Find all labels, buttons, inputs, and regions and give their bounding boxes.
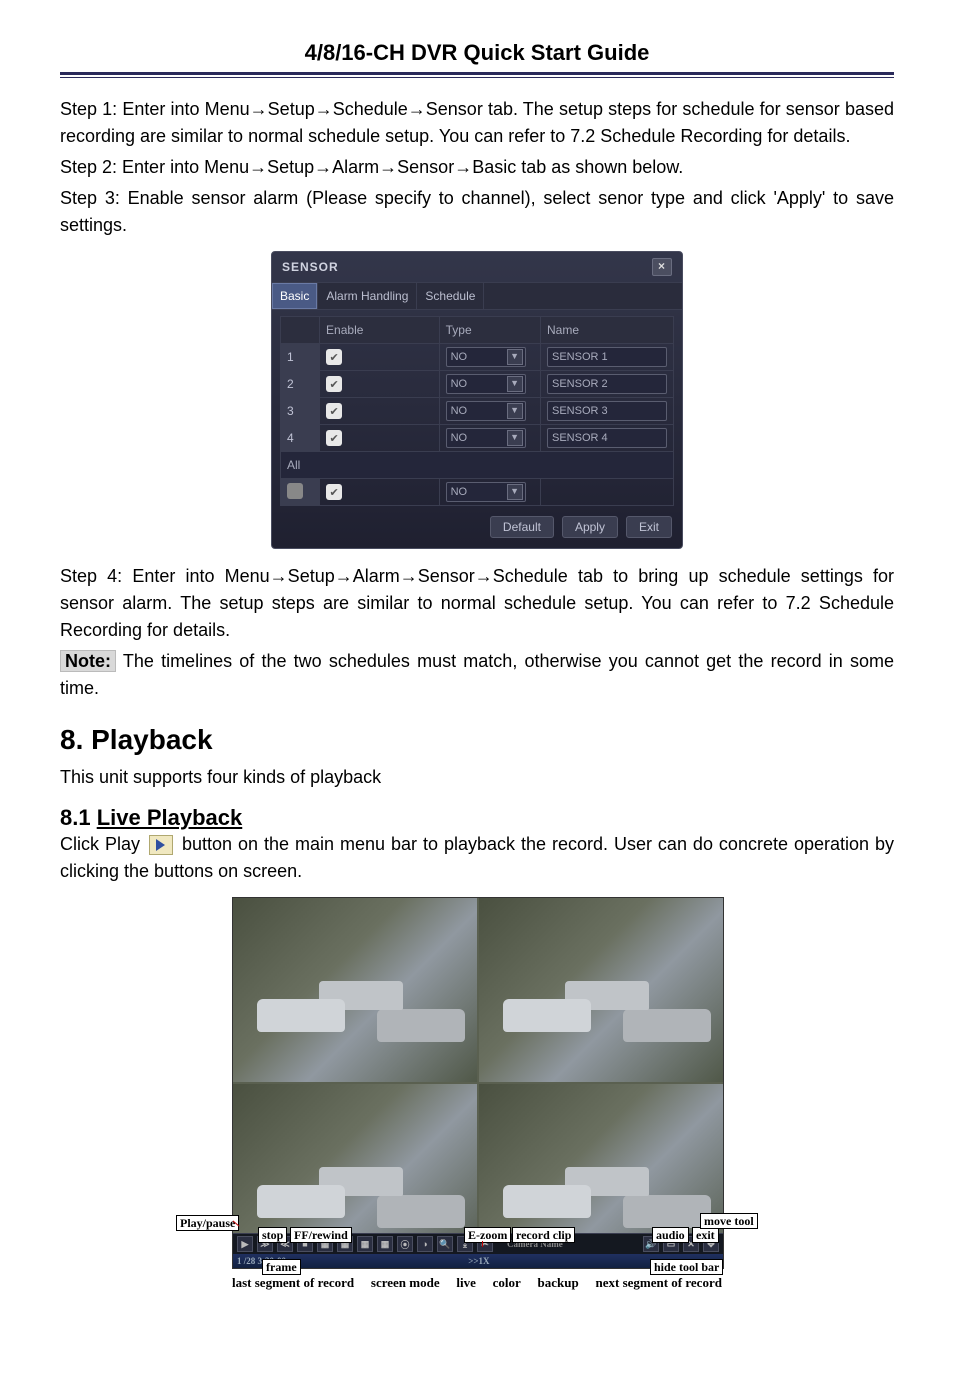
label-ezoom: E-zoom <box>464 1227 511 1243</box>
speed-label: >>1X <box>468 1254 489 1268</box>
section-8-title: 8. Playback <box>60 724 894 756</box>
screen-mode-icon[interactable]: ▦ <box>377 1236 393 1252</box>
step2-text: Step 2: Enter into Menu→Setup→Alarm→Sens… <box>60 154 894 181</box>
col-header-enable: Enable <box>320 317 440 344</box>
color-icon[interactable]: ◑ <box>417 1236 433 1252</box>
chevron-down-icon: ▼ <box>507 430 523 446</box>
note-label: Note: <box>60 650 116 672</box>
row-ch: 1 <box>281 344 320 371</box>
label-move-tool: move tool <box>700 1213 758 1229</box>
page-header-title: 4/8/16-CH DVR Quick Start Guide <box>60 40 894 66</box>
all-enable-checkbox[interactable]: ✔ <box>326 484 342 500</box>
label-hide-toolbar: hide tool bar <box>650 1259 723 1275</box>
sensor-dialog: SENSOR × Basic Alarm Handling Schedule E… <box>271 251 683 549</box>
label-screen-mode: screen mode <box>371 1275 440 1291</box>
all-type-select[interactable]: NO▼ <box>446 482 526 502</box>
play-icon <box>149 835 173 855</box>
label-last-segment: last segment of record <box>232 1275 354 1291</box>
camera-view-2 <box>479 898 723 1082</box>
chevron-down-icon: ▼ <box>507 484 523 500</box>
step1-text: Step 1: Enter into Menu→Setup→Schedule→S… <box>60 96 894 150</box>
screen-mode-icon[interactable]: ▦ <box>357 1236 373 1252</box>
tab-basic[interactable]: Basic <box>272 283 318 309</box>
sensor-table: Enable Type Name 1 ✔ NO▼ SENSOR 1 2 ✔ NO… <box>280 316 674 506</box>
chevron-down-icon: ▼ <box>507 349 523 365</box>
row-ch: 2 <box>281 371 320 398</box>
label-audio: audio <box>652 1227 689 1243</box>
dialog-footer: Default Apply Exit <box>272 510 682 548</box>
label-live: live <box>456 1275 476 1291</box>
enable-checkbox[interactable]: ✔ <box>326 349 342 365</box>
label-exit: exit <box>692 1227 719 1243</box>
enable-checkbox[interactable]: ✔ <box>326 430 342 446</box>
apply-button[interactable]: Apply <box>562 516 618 538</box>
header-rule-thin <box>60 77 894 78</box>
table-row: 2 ✔ NO▼ SENSOR 2 <box>281 371 674 398</box>
live-icon[interactable]: ⦿ <box>397 1236 413 1252</box>
table-row: 4 ✔ NO▼ SENSOR 4 <box>281 425 674 452</box>
labels-below: last segment of record screen mode live … <box>232 1275 722 1291</box>
camera-view-1 <box>233 898 477 1082</box>
all-label: All <box>281 452 674 479</box>
playback-screen: ▶ ≫ ≪ ■ ▦ ▦ ▦ ▦ ⦿ ◑ 🔍 ⤓ ✂ Camera Name 🔊 … <box>232 897 724 1269</box>
table-all-label-row: All <box>281 452 674 479</box>
dialog-title: SENSOR <box>282 260 339 274</box>
row-type-cell: NO▼ <box>439 344 540 371</box>
name-input[interactable]: SENSOR 4 <box>547 428 667 448</box>
label-play-pause: Play/pause <box>176 1215 239 1231</box>
name-input[interactable]: SENSOR 3 <box>547 401 667 421</box>
name-input[interactable]: SENSOR 1 <box>547 347 667 367</box>
enable-checkbox[interactable]: ✔ <box>326 403 342 419</box>
col-header-ch <box>281 317 320 344</box>
tab-alarm-handling[interactable]: Alarm Handling <box>318 283 417 309</box>
table-row: 3 ✔ NO▼ SENSOR 3 <box>281 398 674 425</box>
all-master-checkbox[interactable] <box>287 483 303 499</box>
dialog-body: Enable Type Name 1 ✔ NO▼ SENSOR 1 2 ✔ NO… <box>272 310 682 510</box>
step4-text: Step 4: Enter into Menu→Setup→Alarm→Sens… <box>60 563 894 644</box>
ezoom-icon[interactable]: 🔍 <box>437 1236 453 1252</box>
type-select[interactable]: NO▼ <box>446 347 526 367</box>
type-select[interactable]: NO▼ <box>446 374 526 394</box>
playback-figure: ▶ ≫ ≪ ■ ▦ ▦ ▦ ▦ ⦿ ◑ 🔍 ⤓ ✂ Camera Name 🔊 … <box>232 897 722 1291</box>
table-header-row: Enable Type Name <box>281 317 674 344</box>
header-rule-thick <box>60 72 894 75</box>
chevron-down-icon: ▼ <box>507 403 523 419</box>
label-next-segment: next segment of record <box>595 1275 721 1291</box>
close-icon[interactable]: × <box>652 258 672 276</box>
row-ch: 3 <box>281 398 320 425</box>
row-name-cell: SENSOR 1 <box>541 344 674 371</box>
row-ch: 4 <box>281 425 320 452</box>
label-backup: backup <box>538 1275 579 1291</box>
type-select[interactable]: NO▼ <box>446 401 526 421</box>
row-enable-cell: ✔ <box>320 344 440 371</box>
label-color: color <box>493 1275 521 1291</box>
label-stop: stop <box>258 1227 287 1243</box>
label-record-clip: record clip <box>512 1227 575 1243</box>
all-ch <box>281 479 320 506</box>
table-row: 1 ✔ NO▼ SENSOR 1 <box>281 344 674 371</box>
col-header-type: Type <box>439 317 540 344</box>
table-all-row: ✔ NO▼ <box>281 479 674 506</box>
note-text: Note: The timelines of the two schedules… <box>60 648 894 702</box>
step3-text: Step 3: Enable sensor alarm (Please spec… <box>60 185 894 239</box>
label-ff-rewind: FF/rewind <box>290 1227 352 1243</box>
type-select[interactable]: NO▼ <box>446 428 526 448</box>
col-header-name: Name <box>541 317 674 344</box>
tab-schedule[interactable]: Schedule <box>417 283 484 309</box>
exit-button[interactable]: Exit <box>626 516 672 538</box>
default-button[interactable]: Default <box>490 516 554 538</box>
play-pause-icon[interactable]: ▶ <box>237 1236 253 1252</box>
label-frame: frame <box>262 1259 301 1275</box>
note-body: The timelines of the two schedules must … <box>60 651 894 698</box>
dialog-tabs: Basic Alarm Handling Schedule <box>272 282 682 310</box>
enable-checkbox[interactable]: ✔ <box>326 376 342 392</box>
section-8-intro: This unit supports four kinds of playbac… <box>60 764 894 791</box>
section-8-1-title: 8.1 Live Playback <box>60 805 894 831</box>
section-8-1-body: Click Play button on the main menu bar t… <box>60 831 894 885</box>
name-input[interactable]: SENSOR 2 <box>547 374 667 394</box>
chevron-down-icon: ▼ <box>507 376 523 392</box>
dialog-titlebar: SENSOR × <box>272 252 682 282</box>
